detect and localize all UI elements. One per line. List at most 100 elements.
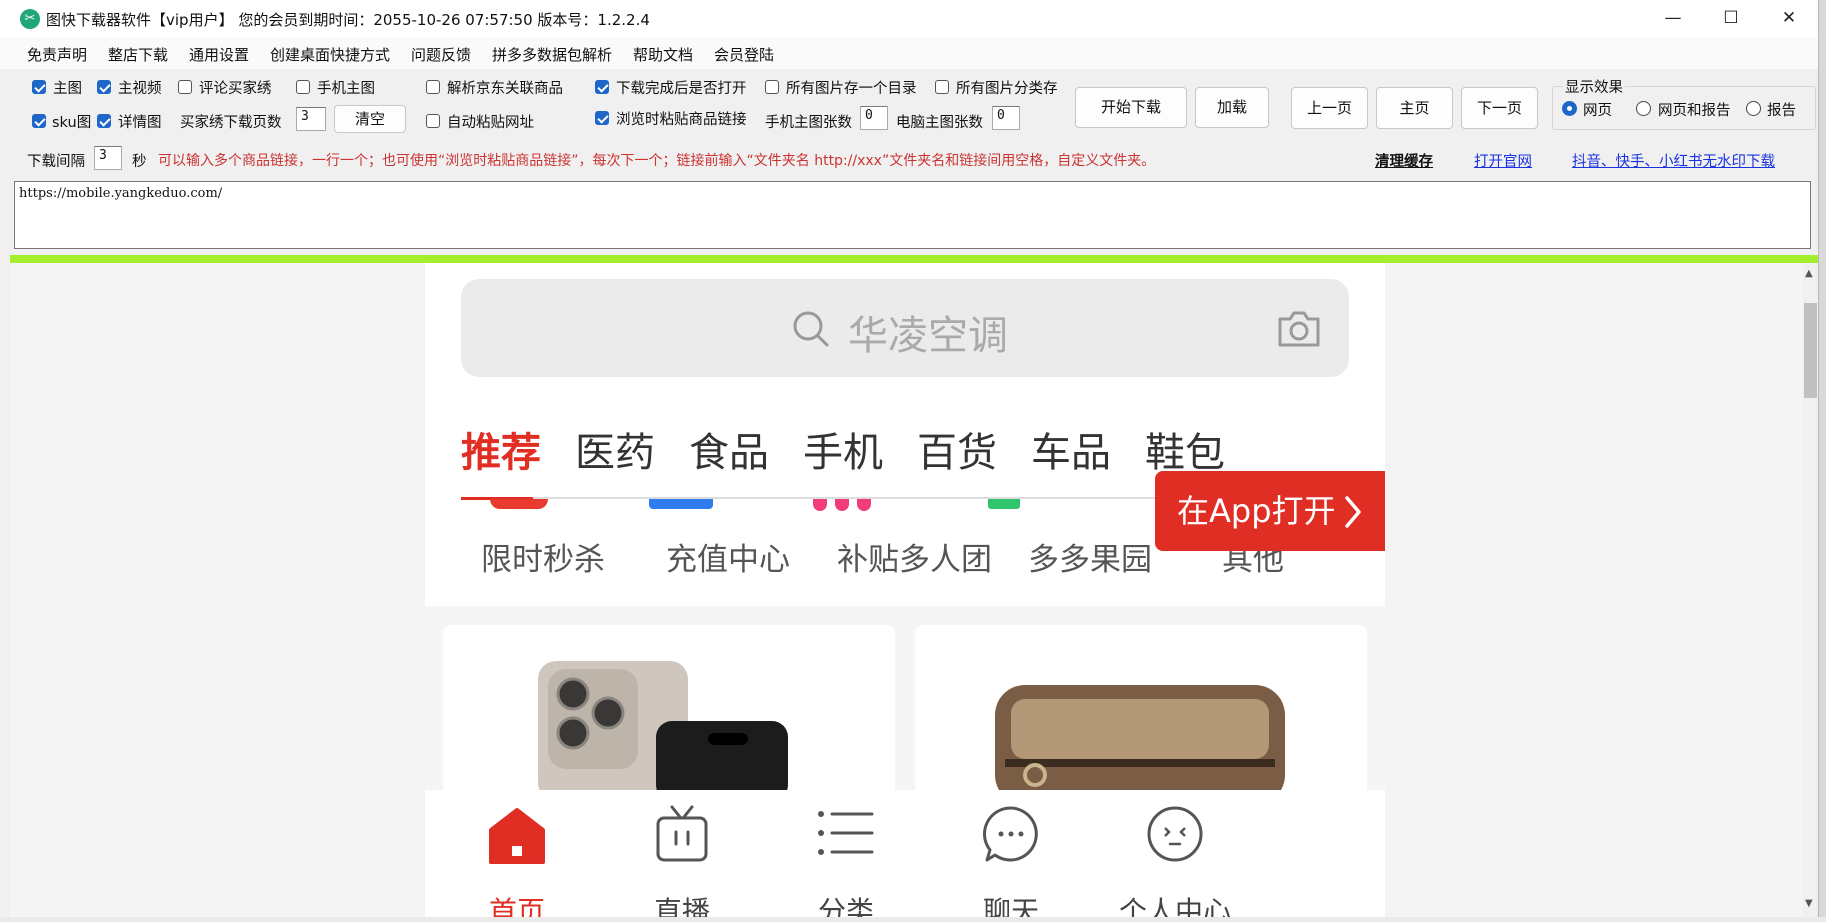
detail-image-label: 详情图 [118,115,162,131]
display-webpage-report-radio[interactable] [1636,101,1651,116]
tab-category[interactable]: 分类 [786,790,906,917]
product-bag-image [995,685,1285,805]
parse-jd-related-checkbox[interactable] [426,80,440,94]
tab-home[interactable]: 首页 [457,790,577,917]
background-window-strip [0,917,1826,922]
category-tab-car[interactable]: 车品 [1031,420,1111,478]
display-report-label: 报告 [1767,103,1796,119]
category-tab-phone[interactable]: 手机 [803,420,883,478]
review-buyer-show-checkbox[interactable] [178,80,192,94]
scroll-down-arrow-icon[interactable]: ▼ [1805,898,1813,909]
shortcut-recharge-center[interactable]: 充值中心 [666,534,790,579]
display-webpage-report-label: 网页和报告 [1658,103,1731,119]
tab-live[interactable]: 直播 [622,790,742,917]
clear-button[interactable]: 清空 [334,105,406,133]
url-textarea[interactable]: https://mobile.yangkeduo.com/ [14,181,1811,249]
scrollbar-thumb[interactable] [1804,303,1817,398]
load-button[interactable]: 加载 [1195,87,1269,128]
home-page-button[interactable]: 主页 [1376,87,1453,129]
search-placeholder: 华凌空调 [848,313,1008,359]
search-icon [793,311,829,347]
chevron-right-icon [1345,496,1361,528]
tab-live-label: 直播 [653,895,710,917]
all-in-one-dir-checkbox[interactable] [765,80,779,94]
mobile-main-image-checkbox[interactable] [296,80,310,94]
title-bar: ✂ 图快下载器软件【vip用户】 您的会员到期时间：2055-10-26 07:… [0,0,1818,37]
recharge-icon [649,499,713,509]
pc-main-count-input[interactable]: 0 [992,106,1020,130]
menu-pdd-packet-parse[interactable]: 拼多多数据包解析 [492,44,612,65]
paste-while-browsing-checkbox[interactable] [595,111,609,125]
open-in-app-label: 在App打开 [1177,492,1336,530]
display-webpage-radio[interactable] [1562,101,1577,116]
face-icon [1147,806,1203,862]
tab-category-label: 分类 [817,895,874,917]
tab-chat-label: 聊天 [982,895,1039,917]
auto-paste-url-checkbox[interactable] [426,114,440,128]
menu-help-docs[interactable]: 帮助文档 [633,44,693,65]
category-tab-shoes-bags[interactable]: 鞋包 [1145,420,1225,478]
prev-page-button[interactable]: 上一页 [1291,87,1368,129]
auto-paste-url-label: 自动粘贴网址 [447,115,534,131]
shortcut-flash-sale[interactable]: 限时秒杀 [481,534,605,579]
tab-profile[interactable]: 个人中心 [1115,790,1235,917]
minimize-button[interactable]: — [1644,0,1702,37]
paste-while-browsing-label: 浏览时粘贴商品链接 [616,112,747,128]
tab-home-label: 首页 [488,895,545,917]
category-tab-medicine[interactable]: 医药 [575,420,655,478]
list-icon [818,811,874,855]
interval-input[interactable]: 3 [94,146,122,170]
camera-icon[interactable] [1276,307,1322,349]
scroll-up-arrow-icon[interactable]: ▲ [1805,268,1813,279]
tv-icon [656,805,708,862]
mobile-main-count-input[interactable]: 0 [860,106,888,130]
category-tab-food[interactable]: 食品 [689,420,769,478]
shortcut-subsidy-group[interactable]: 补贴多人团 [837,534,992,579]
main-video-checkbox[interactable] [97,80,111,94]
mobile-main-count-label: 手机主图张数 [765,115,852,131]
main-image-checkbox[interactable] [32,80,46,94]
buyer-show-pages-label: 买家绣下载页数 [180,115,282,131]
review-buyer-show-label: 评论买家绣 [199,81,272,97]
embedded-browser[interactable]: 华凌空调 推荐 医药 食品 手机 百货 车品 鞋包 限时秒杀 充值中心 补贴多人… [10,263,1803,917]
parse-jd-related-label: 解析京东关联商品 [447,81,563,97]
menu-general-settings[interactable]: 通用设置 [189,44,249,65]
sku-image-checkbox[interactable] [32,114,46,128]
search-bar[interactable]: 华凌空调 [461,279,1349,377]
category-tab-general-goods[interactable]: 百货 [917,420,997,478]
menu-create-shortcut[interactable]: 创建桌面快捷方式 [270,44,390,65]
flash-sale-icon [490,499,548,509]
tab-chat[interactable]: 聊天 [951,790,1071,917]
menu-disclaimer[interactable]: 免责声明 [27,44,87,65]
usage-hint: 可以输入多个商品链接，一行一个；也可使用“浏览时粘贴商品链接”，每次下一个；链接… [158,153,1156,169]
main-image-label: 主图 [53,81,82,97]
app-logo-icon: ✂ [20,9,40,29]
display-report-radio[interactable] [1746,101,1761,116]
url-text: https://mobile.yangkeduo.com/ [19,186,223,201]
category-tab-recommend[interactable]: 推荐 [461,420,541,478]
open-in-app-button[interactable]: 在App打开 [1155,471,1385,551]
buyer-show-pages-input[interactable]: 3 [296,107,326,131]
menu-whole-store-download[interactable]: 整店下载 [108,44,168,65]
clear-cache-link[interactable]: 清理缓存 [1375,150,1433,171]
detail-image-checkbox[interactable] [97,114,111,128]
chat-bubble-icon [982,806,1038,862]
shortcut-orchard[interactable]: 多多果园 [1028,534,1152,579]
open-after-download-checkbox[interactable] [595,80,609,94]
no-watermark-download-link[interactable]: 抖音、快手、小红书无水印下载 [1572,150,1775,171]
interval-unit: 秒 [132,154,147,170]
app-window: ✂ 图快下载器软件【vip用户】 您的会员到期时间：2055-10-26 07:… [0,0,1819,918]
bottom-tab-bar: 首页 直播 分类 聊天 个人中心 [425,790,1385,917]
menu-feedback[interactable]: 问题反馈 [411,44,471,65]
start-download-button[interactable]: 开始下载 [1075,87,1187,128]
menu-member-login[interactable]: 会员登陆 [714,44,774,65]
open-site-link[interactable]: 打开官网 [1474,150,1532,171]
next-page-button[interactable]: 下一页 [1461,87,1538,129]
open-after-download-label: 下载完成后是否打开 [616,81,747,97]
interval-label: 下载间隔 [27,154,85,170]
maximize-button[interactable]: ☐ [1702,0,1760,37]
tab-profile-label: 个人中心 [1118,895,1231,917]
mobile-main-image-label: 手机主图 [317,81,375,97]
close-button[interactable]: ✕ [1760,0,1818,37]
classify-images-checkbox[interactable] [935,80,949,94]
